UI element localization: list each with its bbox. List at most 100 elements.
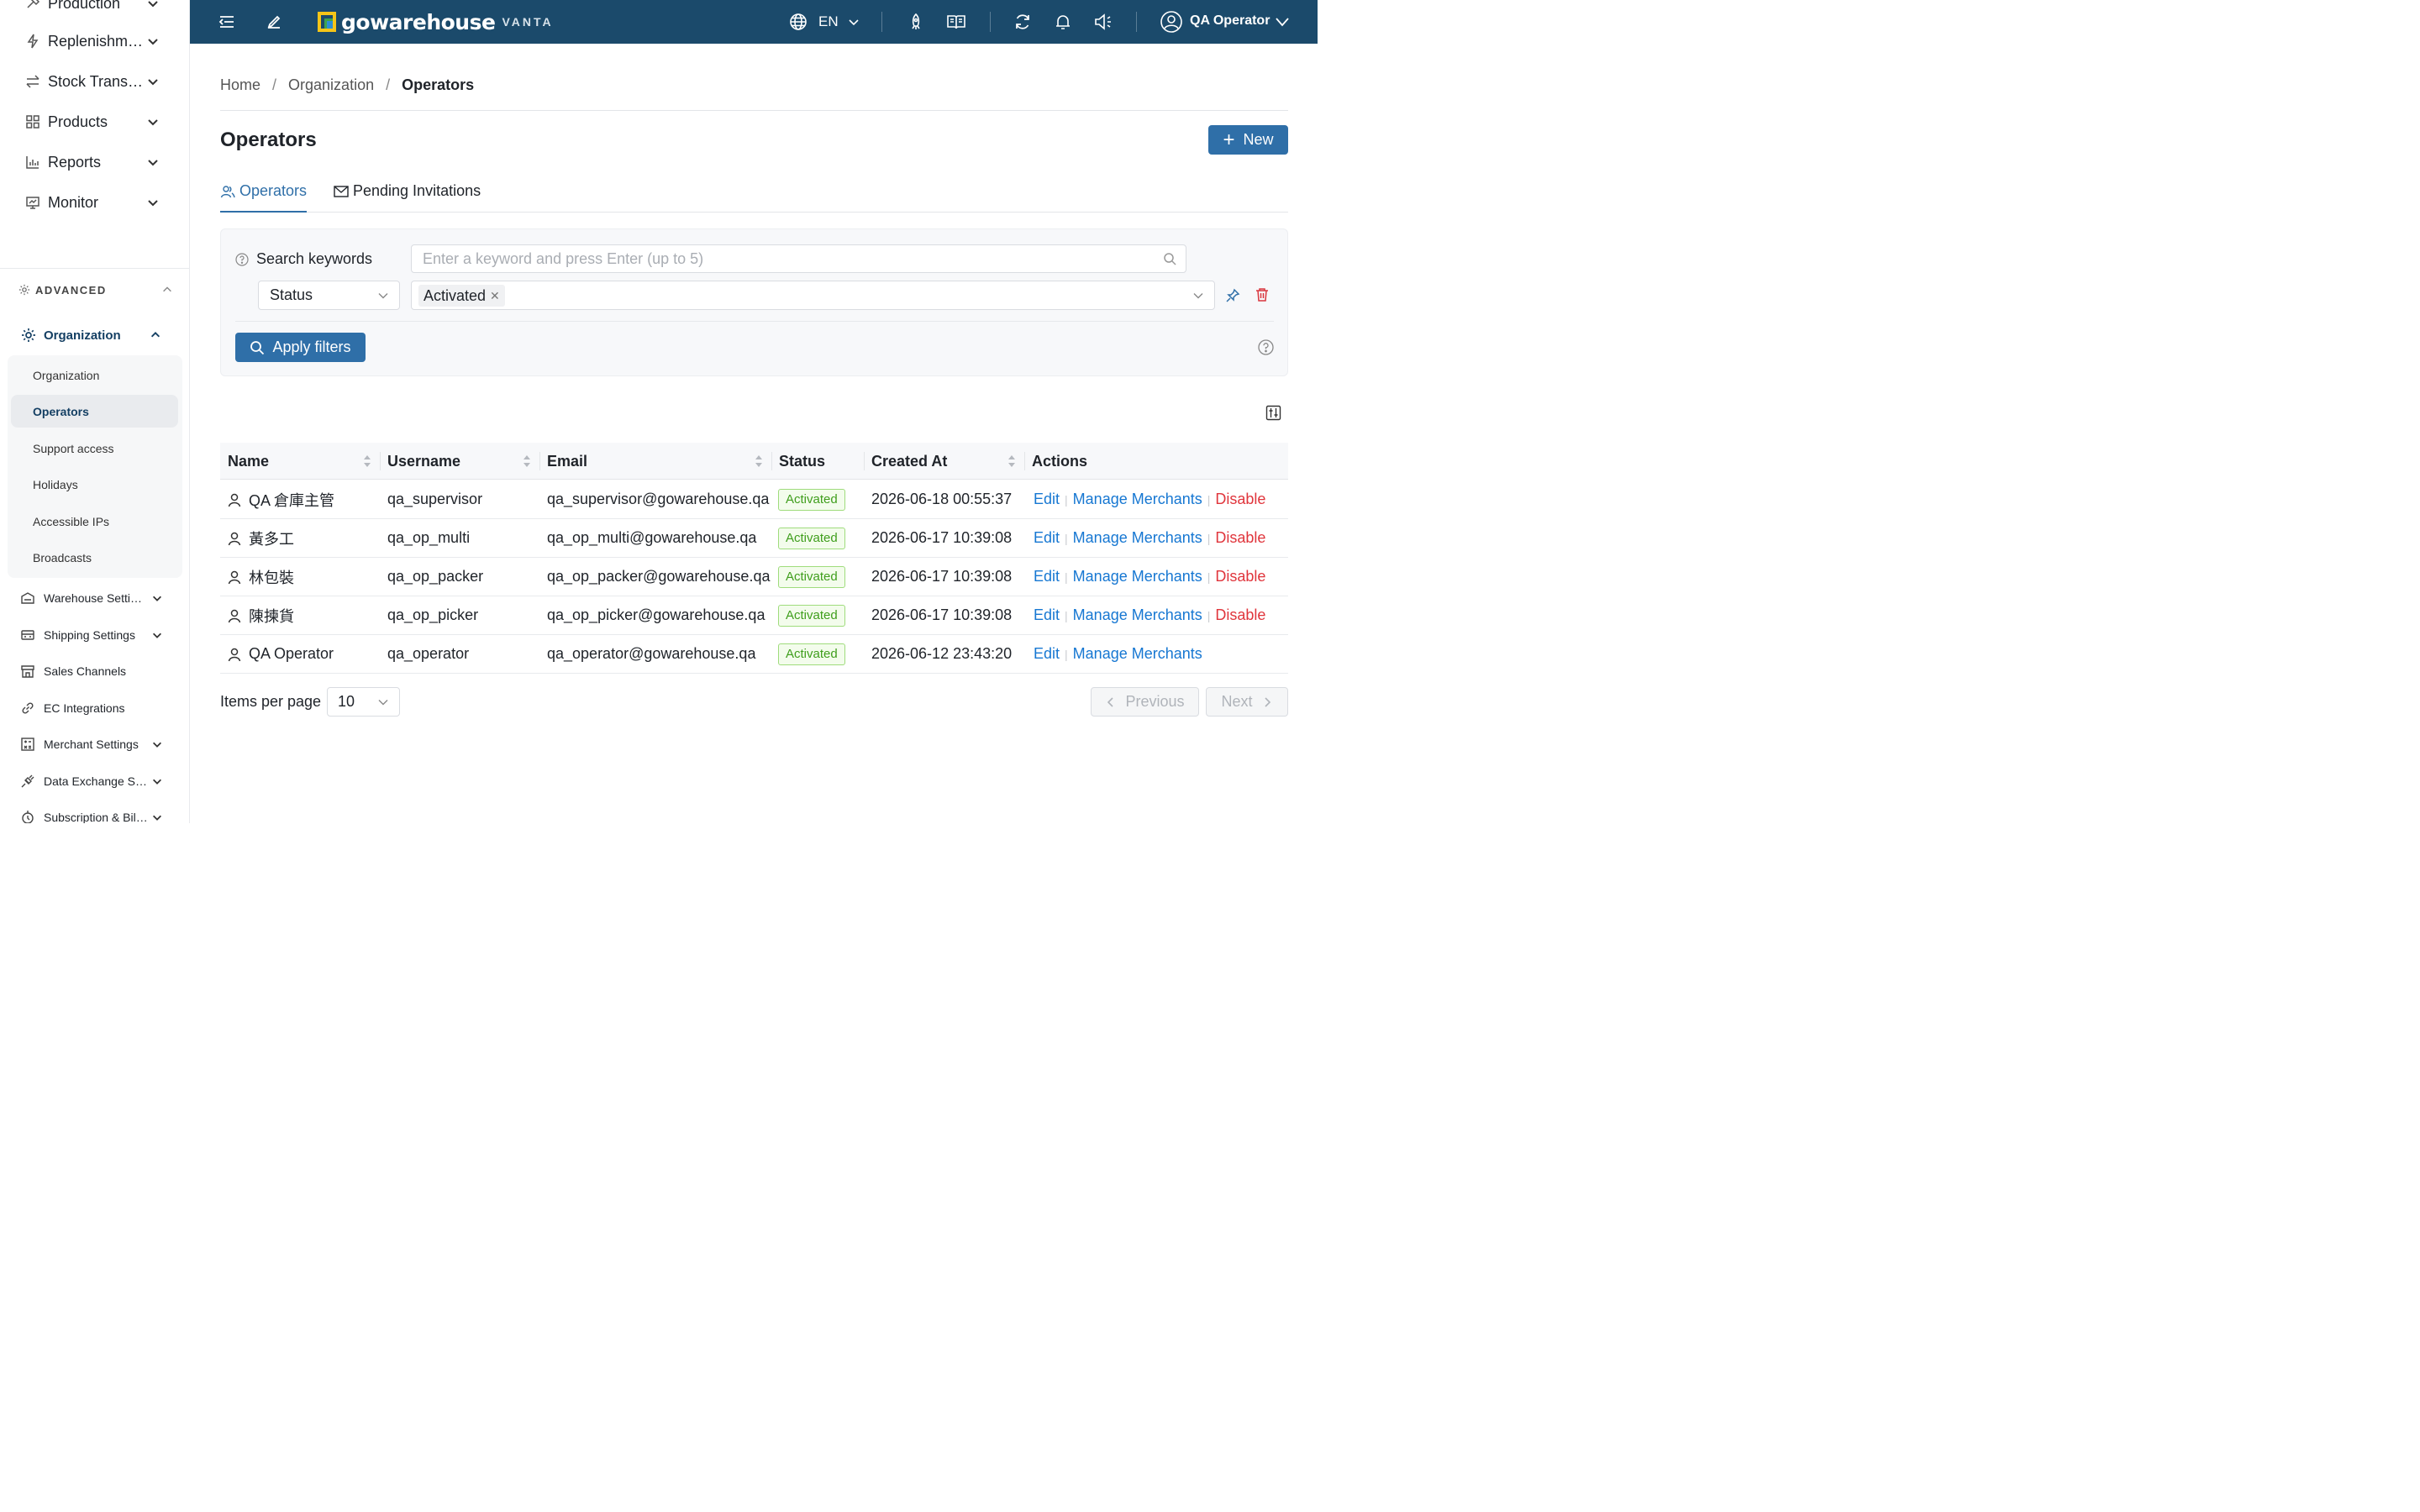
- edit-link[interactable]: Edit: [1034, 645, 1060, 663]
- breadcrumb-organization[interactable]: Organization: [288, 76, 374, 94]
- next-page-button[interactable]: Next: [1206, 687, 1288, 717]
- mail-icon: [334, 184, 349, 199]
- tab-operators[interactable]: Operators: [220, 182, 308, 213]
- column-header-created-at[interactable]: Created At: [864, 443, 1024, 480]
- avatar[interactable]: [1160, 10, 1183, 34]
- previous-page-button[interactable]: Previous: [1091, 687, 1199, 717]
- edit-link[interactable]: Edit: [1034, 606, 1060, 624]
- apply-filters-label: Apply filters: [272, 339, 351, 355]
- sidebar-item-sales-channels[interactable]: Sales Channels: [20, 660, 171, 682]
- bell-icon[interactable]: [1053, 12, 1073, 32]
- sidebar-item-reports[interactable]: Reports: [0, 147, 189, 177]
- manage-merchants-link[interactable]: Manage Merchants: [1073, 606, 1202, 624]
- sidebar-subitem-support-access[interactable]: Support access: [11, 432, 178, 465]
- disable-link[interactable]: Disable: [1215, 568, 1265, 585]
- language-selector[interactable]: EN: [818, 13, 839, 30]
- menu-toggle-icon[interactable]: [217, 12, 237, 32]
- user-icon: [227, 570, 242, 585]
- advanced-section-header[interactable]: ADVANCED: [18, 281, 178, 299]
- megaphone-icon[interactable]: [1093, 12, 1113, 32]
- column-settings-icon[interactable]: [1265, 405, 1281, 421]
- book-icon[interactable]: [946, 12, 966, 32]
- search-input[interactable]: [411, 244, 1186, 273]
- sort-icon[interactable]: [755, 453, 763, 470]
- manage-merchants-link[interactable]: Manage Merchants: [1073, 491, 1202, 508]
- sidebar-item-label: Sales Channels: [44, 664, 127, 678]
- sidebar-item-merchant-settings[interactable]: Merchant Settings: [20, 733, 171, 755]
- cell-username: qa_supervisor: [387, 491, 483, 507]
- sidebar-item-production[interactable]: Production: [0, 0, 189, 18]
- store-icon: [20, 664, 35, 679]
- column-header-status: Status: [771, 443, 864, 480]
- rocket-icon[interactable]: [906, 12, 926, 32]
- globe-icon[interactable]: [788, 12, 808, 32]
- brand-sub: VANTA: [502, 15, 554, 29]
- question-circle-icon[interactable]: [235, 252, 249, 266]
- advanced-label: ADVANCED: [35, 283, 107, 297]
- chevron-down-icon: [148, 119, 158, 126]
- sidebar-subitem-accessible-ips[interactable]: Accessible IPs: [11, 505, 178, 538]
- sidebar-item-shipping-settings[interactable]: Shipping Settings: [20, 624, 171, 646]
- disable-link[interactable]: Disable: [1215, 606, 1265, 624]
- question-circle-icon[interactable]: [1258, 339, 1274, 355]
- sort-icon[interactable]: [1007, 453, 1016, 470]
- column-header-username[interactable]: Username: [380, 443, 539, 480]
- status-badge: Activated: [778, 527, 845, 549]
- search-icon[interactable]: [1163, 252, 1176, 265]
- sidebar-item-monitor[interactable]: Monitor: [0, 187, 189, 218]
- chevron-down-icon[interactable]: [1272, 12, 1292, 32]
- edit-link[interactable]: Edit: [1034, 568, 1060, 585]
- sidebar-item-replenishment[interactable]: Replenishment: [0, 26, 189, 56]
- disable-link[interactable]: Disable: [1215, 529, 1265, 547]
- close-icon[interactable]: ✕: [490, 289, 500, 303]
- new-button[interactable]: + New: [1208, 125, 1288, 155]
- disable-link[interactable]: Disable: [1215, 491, 1265, 508]
- sidebar-subitem-operators[interactable]: Operators: [11, 395, 178, 428]
- user-icon: [227, 492, 242, 507]
- edit-icon[interactable]: [264, 12, 284, 32]
- status-badge: Activated: [778, 643, 845, 665]
- filter-field-select[interactable]: Status: [258, 281, 400, 310]
- cell-name: QA 倉庫主管: [227, 480, 334, 518]
- column-header-email[interactable]: Email: [539, 443, 771, 480]
- sort-icon[interactable]: [363, 453, 371, 470]
- manage-merchants-link[interactable]: Manage Merchants: [1073, 568, 1202, 585]
- search-keywords-text: Search keywords: [256, 250, 373, 267]
- table-row: 黃多工 qa_op_multi qa_op_multi@gowarehouse.…: [220, 519, 1288, 558]
- sidebar-item-organization-group[interactable]: Organization: [20, 324, 168, 346]
- filter-value-select[interactable]: Activated ✕: [411, 281, 1215, 310]
- sidebar-subitem-holidays[interactable]: Holidays: [11, 468, 178, 501]
- warehouse-icon: [20, 591, 35, 606]
- manage-merchants-link[interactable]: Manage Merchants: [1073, 645, 1202, 663]
- sidebar-subitem-organization[interactable]: Organization: [11, 359, 178, 391]
- divider: [220, 110, 1288, 111]
- sidebar-item-data-exchange[interactable]: Data Exchange Settings: [20, 770, 171, 792]
- column-header-name[interactable]: Name: [220, 443, 380, 480]
- user-icon: [227, 608, 242, 623]
- sort-icon[interactable]: [523, 453, 531, 470]
- sidebar-item-warehouse-settings[interactable]: Warehouse Settings: [20, 587, 171, 609]
- sidebar-item-products[interactable]: Products: [0, 107, 189, 137]
- sidebar-subitem-broadcasts[interactable]: Broadcasts: [11, 541, 178, 574]
- cell-status: Activated: [778, 480, 845, 518]
- edit-link[interactable]: Edit: [1034, 529, 1060, 547]
- pin-icon[interactable]: [1225, 288, 1240, 303]
- cell-name: 林包裝: [227, 558, 294, 596]
- items-per-page-select[interactable]: 10: [327, 687, 400, 717]
- sidebar-item-ec-integrations[interactable]: EC Integrations: [20, 697, 171, 719]
- cell-email: qa_operator@gowarehouse.qa: [547, 645, 756, 662]
- sidebar-item-subscription[interactable]: Subscription & Billing: [20, 806, 171, 823]
- manage-merchants-link[interactable]: Manage Merchants: [1073, 529, 1202, 547]
- edit-link[interactable]: Edit: [1034, 491, 1060, 508]
- chevron-down-icon: [1193, 293, 1203, 299]
- user-name[interactable]: QA Operator: [1190, 13, 1270, 29]
- breadcrumb-home[interactable]: Home: [220, 76, 260, 94]
- apply-filters-button[interactable]: Apply filters: [235, 333, 366, 362]
- trash-icon[interactable]: [1255, 287, 1270, 302]
- filter-divider: [235, 321, 1274, 322]
- tab-pending-invitations[interactable]: Pending Invitations: [334, 182, 481, 213]
- brand-logo[interactable]: gowarehouse VANTA: [318, 10, 554, 34]
- sidebar-item-stock-transfers[interactable]: Stock Transfers: [0, 66, 189, 97]
- chevron-down-icon[interactable]: [845, 13, 862, 30]
- refresh-icon[interactable]: [1013, 12, 1033, 32]
